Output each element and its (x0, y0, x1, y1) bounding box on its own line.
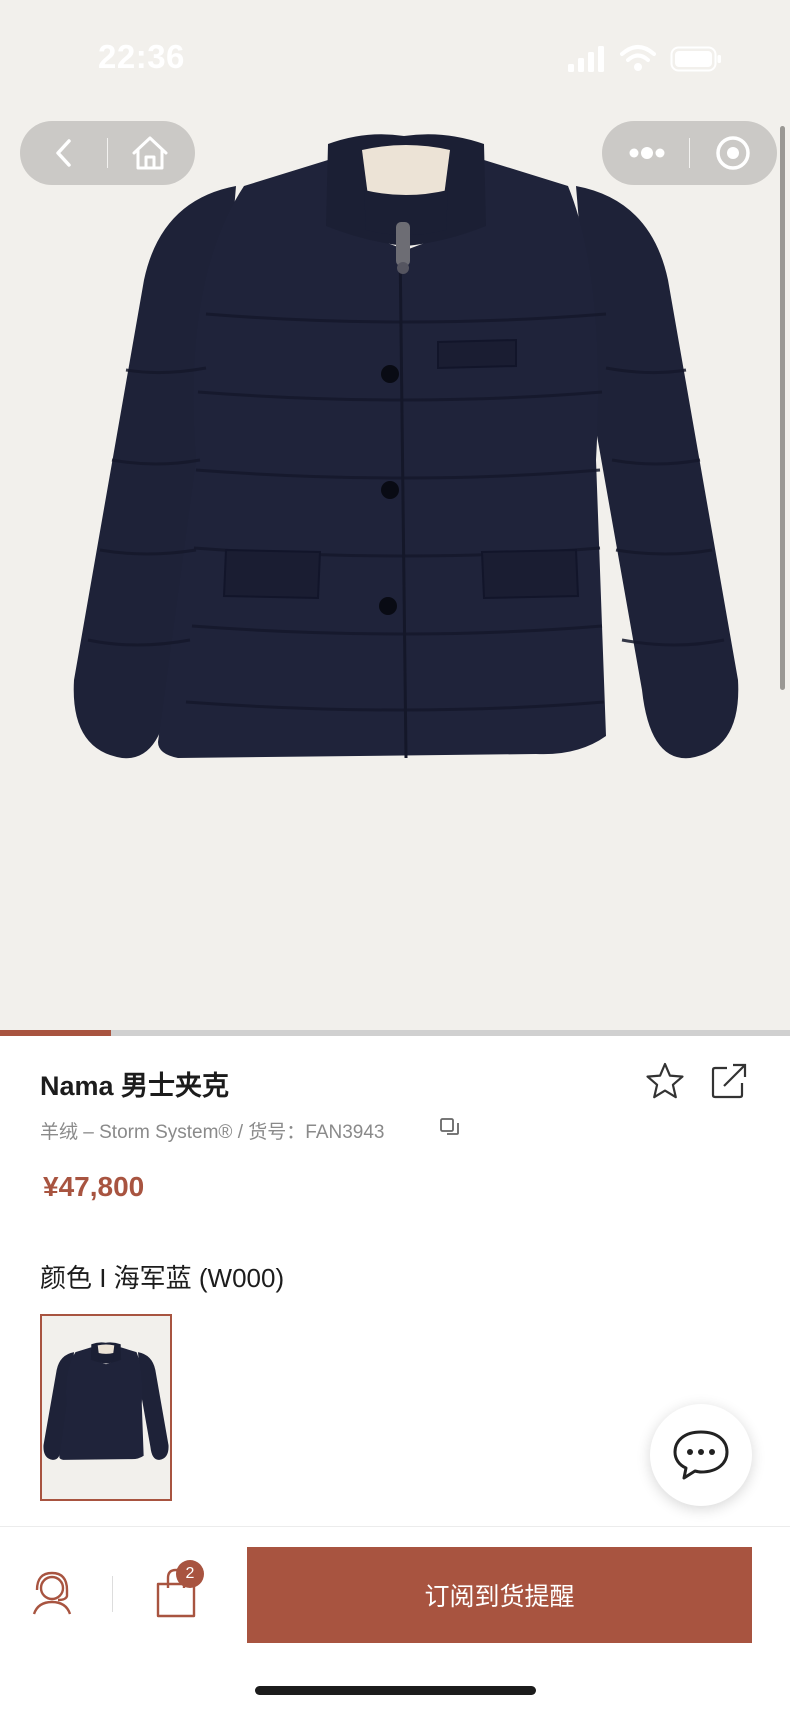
customer-service-button[interactable] (26, 1566, 78, 1620)
bottom-bar-divider (0, 1526, 790, 1527)
bottom-bar-vdivider (112, 1576, 113, 1612)
color-label: 颜色 I 海军蓝 (W000) (40, 1263, 285, 1293)
product-page: 22:36 Nama 男士夹克 羊绒 – Storm System® / 货号：… (0, 0, 790, 1712)
wifi-icon (620, 45, 656, 71)
product-image-gallery[interactable]: 22:36 (0, 0, 790, 1030)
color-swatch-navy[interactable] (40, 1314, 172, 1501)
product-meta: 羊绒 – Storm System® / 货号：FAN3943 (40, 1122, 385, 1143)
cart-button[interactable]: 2 (150, 1560, 210, 1622)
scroll-indicator (780, 126, 785, 690)
chat-button[interactable] (650, 1404, 752, 1506)
status-bar: 22:36 (0, 0, 790, 110)
star-icon (646, 1062, 684, 1099)
product-image (73, 134, 739, 759)
gallery-progress-track (0, 1030, 790, 1036)
share-icon (711, 1063, 747, 1099)
subscribe-restock-button[interactable]: 订阅到货提醒 (247, 1547, 752, 1643)
cellular-signal-icon (568, 46, 604, 72)
customer-service-icon (32, 1571, 72, 1615)
chat-bubble-icon (673, 1430, 729, 1480)
home-indicator (255, 1686, 536, 1695)
product-title: Nama 男士夹克 (40, 1071, 230, 1101)
cart-count-badge: 2 (176, 1560, 204, 1588)
share-button[interactable] (708, 1060, 750, 1102)
copy-icon[interactable] (439, 1117, 461, 1139)
favorite-button[interactable] (644, 1060, 686, 1102)
swatch-jacket-image (43, 1342, 169, 1460)
battery-icon (670, 46, 721, 72)
status-time: 22:36 (98, 38, 185, 75)
product-price: ¥47,800 (43, 1171, 145, 1202)
gallery-progress-fill (0, 1030, 111, 1036)
